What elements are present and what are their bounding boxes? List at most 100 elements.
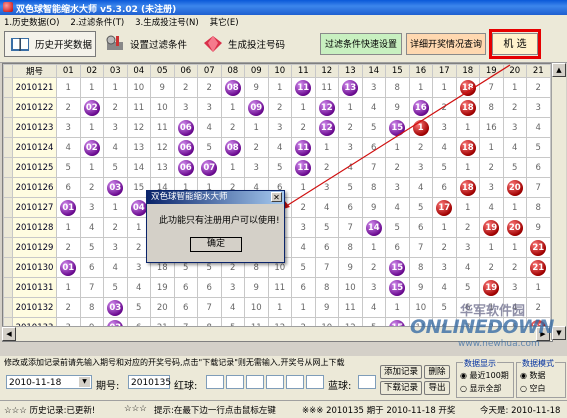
number-cell[interactable]: 5 (432, 297, 457, 318)
number-cell[interactable]: 14 (126, 157, 151, 178)
number-cell[interactable]: 2 (103, 217, 128, 238)
number-cell[interactable]: 02 (79, 137, 104, 158)
number-cell[interactable]: 2 (103, 97, 128, 118)
red-ball-input-1[interactable] (206, 375, 224, 389)
number-cell[interactable]: 06 (173, 117, 198, 138)
number-cell[interactable]: 6 (173, 277, 198, 298)
number-cell[interactable]: 7 (408, 237, 433, 258)
number-cell[interactable]: 9 (150, 77, 175, 98)
number-cell[interactable]: 2 (244, 137, 269, 158)
quick-filter-button[interactable]: 过滤条件快速设置 (320, 33, 402, 55)
number-cell[interactable]: 21 (526, 257, 551, 278)
number-cell[interactable]: 5 (314, 217, 339, 238)
number-cell[interactable]: 3 (244, 157, 269, 178)
number-cell[interactable]: 2 (455, 217, 480, 238)
number-cell[interactable]: 08 (220, 137, 245, 158)
number-cell[interactable]: 6 (385, 237, 410, 258)
number-cell[interactable]: 10 (408, 297, 433, 318)
table-row[interactable]: 2010132 2 8 03 5 20 6 7 4 10 1 1 9 11 4 1 10 5 6 1 4 2 (3, 297, 551, 318)
row-selector[interactable] (3, 297, 13, 318)
row-selector[interactable] (3, 117, 13, 138)
export-button[interactable]: 导出 (424, 381, 450, 395)
number-cell[interactable]: 3 (173, 97, 198, 118)
number-cell[interactable]: 11 (267, 277, 292, 298)
number-cell[interactable]: 3 (455, 237, 480, 258)
number-cell[interactable]: 09 (244, 97, 269, 118)
number-cell[interactable]: 2 (479, 257, 504, 278)
blue-ball-input[interactable] (358, 375, 376, 389)
number-cell[interactable]: 5 (103, 277, 128, 298)
scroll-down-icon[interactable]: ▼ (552, 326, 566, 340)
number-cell[interactable]: 11 (338, 297, 363, 318)
number-cell[interactable]: 10 (338, 277, 363, 298)
number-cell[interactable]: 8 (79, 297, 104, 318)
number-cell[interactable]: 1 (103, 197, 128, 218)
menu-other[interactable]: 其它(E) (206, 15, 243, 28)
number-cell[interactable]: 21 (526, 237, 551, 258)
number-cell[interactable]: 02 (79, 97, 104, 118)
number-cell[interactable]: 1 (220, 97, 245, 118)
menu-filter[interactable]: 2.过滤条件(T) (66, 15, 128, 28)
number-cell[interactable]: 13 (126, 137, 151, 158)
number-cell[interactable]: 10 (244, 297, 269, 318)
number-cell[interactable]: 4 (197, 117, 222, 138)
number-cell[interactable]: 01 (56, 257, 81, 278)
number-cell[interactable]: 5 (526, 137, 551, 158)
download-record-button[interactable]: 下载记录 (380, 381, 422, 395)
number-cell[interactable]: 3 (291, 217, 316, 238)
history-data-button[interactable]: 历史开奖数据 (4, 31, 96, 57)
number-cell[interactable]: 20 (150, 297, 175, 318)
number-cell[interactable]: 1 (56, 277, 81, 298)
number-cell[interactable]: 6 (314, 237, 339, 258)
row-selector[interactable] (3, 177, 13, 198)
number-cell[interactable]: 4 (291, 237, 316, 258)
number-cell[interactable]: 06 (173, 137, 198, 158)
number-cell[interactable]: 19 (479, 277, 504, 298)
number-cell[interactable]: 5 (455, 277, 480, 298)
number-cell[interactable]: 5 (103, 157, 128, 178)
number-cell[interactable]: 1 (79, 77, 104, 98)
period-input[interactable]: 2010135 (128, 375, 171, 389)
number-cell[interactable]: 8 (526, 197, 551, 218)
scroll-up-icon[interactable]: ▲ (552, 63, 566, 77)
number-cell[interactable]: 3 (79, 197, 104, 218)
number-cell[interactable]: 10 (126, 77, 151, 98)
number-cell[interactable]: 3 (432, 257, 457, 278)
number-cell[interactable]: 19 (479, 217, 504, 238)
row-selector[interactable] (3, 157, 13, 178)
number-cell[interactable]: 1 (385, 297, 410, 318)
scroll-left-icon[interactable]: ◀ (2, 327, 16, 341)
number-cell[interactable]: 7 (526, 177, 551, 198)
number-cell[interactable]: 2 (197, 77, 222, 98)
number-cell[interactable]: 7 (79, 277, 104, 298)
number-cell[interactable]: 8 (314, 277, 339, 298)
red-ball-input-5[interactable] (286, 375, 304, 389)
number-cell[interactable]: 8 (408, 257, 433, 278)
number-cell[interactable]: 6 (197, 277, 222, 298)
number-cell[interactable]: 2 (56, 97, 81, 118)
number-cell[interactable]: 01 (56, 197, 81, 218)
menu-history[interactable]: 1.历史数据(O) (0, 15, 63, 28)
number-cell[interactable]: 5 (385, 217, 410, 238)
number-cell[interactable]: 3 (56, 117, 81, 138)
number-cell[interactable]: 4 (220, 297, 245, 318)
row-selector[interactable] (3, 277, 13, 298)
number-cell[interactable]: 12 (126, 117, 151, 138)
number-cell[interactable]: 3 (103, 237, 128, 258)
number-cell[interactable]: 1 (79, 117, 104, 138)
close-icon[interactable]: ✕ (271, 192, 282, 202)
number-cell[interactable]: 15 (385, 257, 410, 278)
number-cell[interactable]: 06 (173, 157, 198, 178)
number-cell[interactable]: 2 (173, 77, 198, 98)
row-selector[interactable] (3, 77, 13, 98)
red-ball-input-2[interactable] (226, 375, 244, 389)
vertical-scrollbar[interactable]: ▲ ▼ (551, 63, 566, 340)
number-cell[interactable]: 5 (197, 137, 222, 158)
number-cell[interactable]: 03 (103, 177, 128, 198)
number-cell[interactable]: 3 (502, 277, 527, 298)
number-cell[interactable]: 1 (103, 77, 128, 98)
number-cell[interactable]: 11 (126, 97, 151, 118)
number-cell[interactable]: 6 (173, 297, 198, 318)
row-selector[interactable] (3, 97, 13, 118)
number-cell[interactable]: 7 (338, 217, 363, 238)
